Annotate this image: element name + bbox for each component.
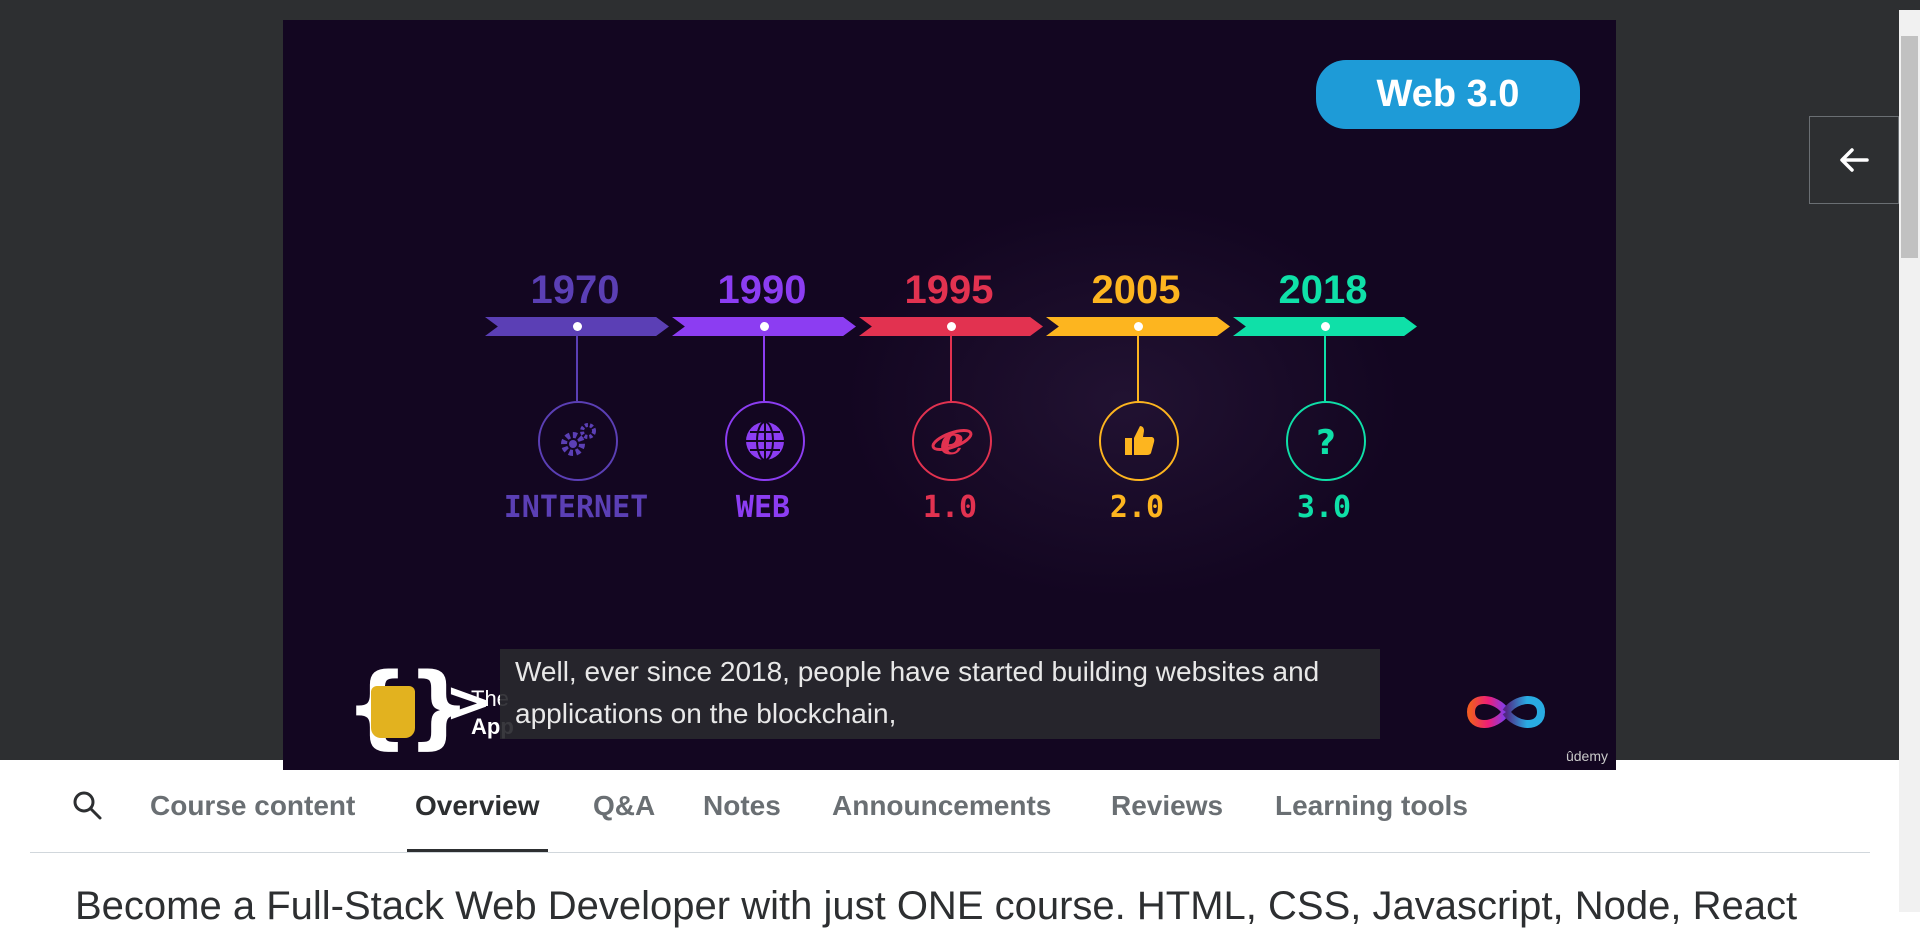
subtitle-caption: Well, ever since 2018, people have start…: [500, 649, 1380, 739]
scroll-up-button[interactable]: [1899, 10, 1920, 28]
timeline-stem: [576, 331, 578, 401]
video-player-area: Web 3.0 1970 INTERNET 1990 WEB 1995 e 1.…: [0, 10, 1920, 770]
svg-text:?: ?: [1316, 423, 1336, 463]
tab-qa[interactable]: Q&A: [593, 790, 655, 852]
timeline-era-label: INTERNET: [503, 490, 649, 525]
collapse-sidebar-button[interactable]: [1809, 116, 1899, 204]
timeline-year: 2005: [1091, 268, 1181, 312]
thumbs-up-icon: [1125, 426, 1155, 455]
tab-overview[interactable]: Overview: [407, 790, 548, 852]
era-icon-circle: [1099, 401, 1179, 481]
timeline-dot: [947, 322, 956, 331]
era-icon-circle: [725, 401, 805, 481]
timeline-stem: [1324, 331, 1326, 401]
course-title: Become a Full-Stack Web Developer with j…: [75, 884, 1798, 928]
tab-reviews[interactable]: Reviews: [1111, 790, 1223, 852]
timeline-stem: [1137, 331, 1139, 401]
caption-line: Well, ever since 2018, people have start…: [515, 656, 1320, 687]
video-frame[interactable]: Web 3.0 1970 INTERNET 1990 WEB 1995 e 1.…: [283, 20, 1616, 770]
tab-learning-tools[interactable]: Learning tools: [1275, 790, 1468, 852]
timeline-year: 1970: [530, 268, 620, 312]
infinity-logo-icon: [1466, 696, 1546, 728]
timeline-dot: [1134, 322, 1143, 331]
timeline-dot: [573, 322, 582, 331]
question-mark-icon: ?: [1316, 423, 1336, 463]
gears-icon: [561, 423, 596, 456]
page-scrollbar[interactable]: [1899, 10, 1920, 912]
globe-icon: [746, 421, 784, 461]
course-tabs: Course content Overview Q&A Notes Announ…: [30, 760, 1870, 853]
timeline-era-label: 2.0: [1109, 490, 1165, 525]
arrow-left-icon: [1840, 148, 1869, 172]
timeline-dot: [760, 322, 769, 331]
tab-announcements[interactable]: Announcements: [832, 790, 1051, 852]
search-icon: [73, 791, 102, 820]
timeline-dot: [1321, 322, 1330, 331]
tab-notes[interactable]: Notes: [703, 790, 781, 852]
timeline-year: 1995: [904, 268, 994, 312]
timeline-era-label: 3.0: [1296, 490, 1352, 525]
era-icon-circle: e: [912, 401, 992, 481]
timeline-year: 2018: [1278, 268, 1368, 312]
era-icon-circle: [538, 401, 618, 481]
search-tab[interactable]: [70, 788, 110, 828]
timeline-era-label: 1.0: [922, 490, 978, 525]
svg-text:e: e: [940, 418, 964, 463]
timeline-era-label: WEB: [735, 490, 791, 525]
caption-line: applications on the blockchain,: [515, 698, 897, 729]
timeline-stem: [950, 331, 952, 401]
scrollbar-thumb[interactable]: [1901, 36, 1918, 258]
timeline-year: 1990: [717, 268, 807, 312]
timeline-stem: [763, 331, 765, 401]
internet-explorer-icon: e: [931, 418, 973, 463]
tab-course-content[interactable]: Course content: [150, 790, 355, 852]
era-icon-circle: ?: [1286, 401, 1366, 481]
